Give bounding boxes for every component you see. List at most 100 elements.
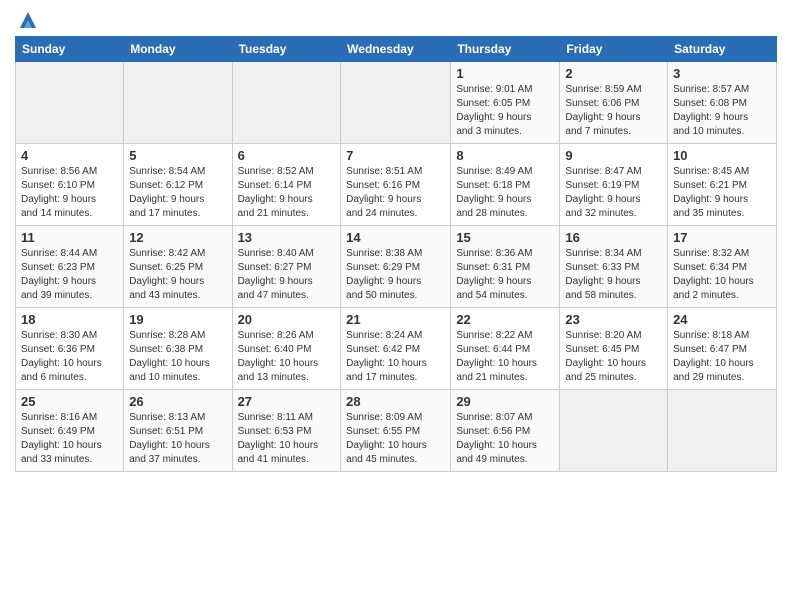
day-number: 13: [238, 230, 336, 245]
week-row-0: 1 Sunrise: 9:01 AM Sunset: 6:05 PM Daylig…: [16, 62, 777, 144]
day-cell: 14Sunrise: 8:38 AM Sunset: 6:29 PM Dayli…: [341, 226, 451, 308]
day-info: Sunrise: 8:28 AM Sunset: 6:38 PM Dayligh…: [129, 329, 226, 385]
day-number: 6: [238, 148, 336, 163]
header: [15, 10, 777, 28]
col-header-thursday: Thursday: [451, 37, 560, 62]
day-info: Sunrise: 8:32 AM Sunset: 6:34 PM Dayligh…: [673, 247, 771, 303]
day-info: Sunrise: 8:36 AM Sunset: 6:31 PM Dayligh…: [456, 247, 554, 303]
day-number: 3: [673, 66, 771, 81]
day-number: 21: [346, 312, 445, 327]
day-number: 16: [565, 230, 662, 245]
day-cell: 8 Sunrise: 8:49 AM Sunset: 6:18 PM Daylig…: [451, 144, 560, 226]
day-info: Sunrise: 8:57 AM Sunset: 6:08 PM Dayligh…: [673, 83, 771, 139]
day-info: Sunrise: 8:54 AM Sunset: 6:12 PM Dayligh…: [129, 165, 226, 221]
day-number: 27: [238, 394, 336, 409]
week-row-1: 4 Sunrise: 8:56 AM Sunset: 6:10 PM Daylig…: [16, 144, 777, 226]
col-header-sunday: Sunday: [16, 37, 124, 62]
day-number: 11: [21, 230, 118, 245]
logo-icon: [18, 10, 38, 32]
day-info: Sunrise: 9:01 AM Sunset: 6:05 PM Dayligh…: [456, 83, 554, 139]
day-number: 15: [456, 230, 554, 245]
week-row-4: 25 Sunrise: 8:16 AM Sunset: 6:49 PM Dayli…: [16, 390, 777, 472]
day-cell: 25 Sunrise: 8:16 AM Sunset: 6:49 PM Dayli…: [16, 390, 124, 472]
day-number: 19: [129, 312, 226, 327]
day-number: 26: [129, 394, 226, 409]
day-number: 5: [129, 148, 226, 163]
day-number: 8: [456, 148, 554, 163]
day-number: 24: [673, 312, 771, 327]
day-info: Sunrise: 8:44 AM Sunset: 6:23 PM Dayligh…: [21, 247, 118, 303]
day-cell: 29Sunrise: 8:07 AM Sunset: 6:56 PM Dayli…: [451, 390, 560, 472]
day-cell: 26 Sunrise: 8:13 AM Sunset: 6:51 PM Dayli…: [124, 390, 232, 472]
day-info: Sunrise: 8:26 AM Sunset: 6:40 PM Dayligh…: [238, 329, 336, 385]
day-cell: 12 Sunrise: 8:42 AM Sunset: 6:25 PM Dayli…: [124, 226, 232, 308]
day-info: Sunrise: 8:30 AM Sunset: 6:36 PM Dayligh…: [21, 329, 118, 385]
day-info: Sunrise: 8:34 AM Sunset: 6:33 PM Dayligh…: [565, 247, 662, 303]
day-info: Sunrise: 8:49 AM Sunset: 6:18 PM Dayligh…: [456, 165, 554, 221]
day-cell: 10 Sunrise: 8:45 AM Sunset: 6:21 PM Dayli…: [668, 144, 777, 226]
day-cell: 27 Sunrise: 8:11 AM Sunset: 6:53 PM Dayli…: [232, 390, 341, 472]
day-cell: 1 Sunrise: 9:01 AM Sunset: 6:05 PM Daylig…: [451, 62, 560, 144]
day-number: 12: [129, 230, 226, 245]
day-number: 7: [346, 148, 445, 163]
day-number: 9: [565, 148, 662, 163]
day-cell: 18Sunrise: 8:30 AM Sunset: 6:36 PM Dayli…: [16, 308, 124, 390]
day-cell: 6 Sunrise: 8:52 AM Sunset: 6:14 PM Daylig…: [232, 144, 341, 226]
day-info: Sunrise: 8:11 AM Sunset: 6:53 PM Dayligh…: [238, 411, 336, 467]
day-cell: 3 Sunrise: 8:57 AM Sunset: 6:08 PM Daylig…: [668, 62, 777, 144]
day-cell: [16, 62, 124, 144]
day-info: Sunrise: 8:51 AM Sunset: 6:16 PM Dayligh…: [346, 165, 445, 221]
col-header-saturday: Saturday: [668, 37, 777, 62]
day-cell: 5 Sunrise: 8:54 AM Sunset: 6:12 PM Daylig…: [124, 144, 232, 226]
day-cell: 19 Sunrise: 8:28 AM Sunset: 6:38 PM Dayli…: [124, 308, 232, 390]
day-cell: 24 Sunrise: 8:18 AM Sunset: 6:47 PM Dayli…: [668, 308, 777, 390]
page: SundayMondayTuesdayWednesdayThursdayFrid…: [0, 0, 792, 487]
day-info: Sunrise: 8:07 AM Sunset: 6:56 PM Dayligh…: [456, 411, 554, 467]
day-number: 1: [456, 66, 554, 81]
day-info: Sunrise: 8:20 AM Sunset: 6:45 PM Dayligh…: [565, 329, 662, 385]
day-cell: [232, 62, 341, 144]
col-header-wednesday: Wednesday: [341, 37, 451, 62]
calendar-table: SundayMondayTuesdayWednesdayThursdayFrid…: [15, 36, 777, 472]
day-cell: 16 Sunrise: 8:34 AM Sunset: 6:33 PM Dayli…: [560, 226, 668, 308]
day-info: Sunrise: 8:16 AM Sunset: 6:49 PM Dayligh…: [21, 411, 118, 467]
day-number: 10: [673, 148, 771, 163]
day-cell: 4 Sunrise: 8:56 AM Sunset: 6:10 PM Daylig…: [16, 144, 124, 226]
day-number: 28: [346, 394, 445, 409]
day-cell: 11 Sunrise: 8:44 AM Sunset: 6:23 PM Dayli…: [16, 226, 124, 308]
day-cell: 17 Sunrise: 8:32 AM Sunset: 6:34 PM Dayli…: [668, 226, 777, 308]
day-info: Sunrise: 8:52 AM Sunset: 6:14 PM Dayligh…: [238, 165, 336, 221]
day-cell: 20 Sunrise: 8:26 AM Sunset: 6:40 PM Dayli…: [232, 308, 341, 390]
day-info: Sunrise: 8:13 AM Sunset: 6:51 PM Dayligh…: [129, 411, 226, 467]
day-number: 17: [673, 230, 771, 245]
day-info: Sunrise: 8:42 AM Sunset: 6:25 PM Dayligh…: [129, 247, 226, 303]
day-info: Sunrise: 8:22 AM Sunset: 6:44 PM Dayligh…: [456, 329, 554, 385]
day-cell: 28 Sunrise: 8:09 AM Sunset: 6:55 PM Dayli…: [341, 390, 451, 472]
day-cell: 7 Sunrise: 8:51 AM Sunset: 6:16 PM Daylig…: [341, 144, 451, 226]
day-cell: [341, 62, 451, 144]
week-row-2: 11 Sunrise: 8:44 AM Sunset: 6:23 PM Dayli…: [16, 226, 777, 308]
day-number: 22: [456, 312, 554, 327]
day-number: 25: [21, 394, 118, 409]
day-number: 20: [238, 312, 336, 327]
day-number: 4: [21, 148, 118, 163]
day-cell: 22 Sunrise: 8:22 AM Sunset: 6:44 PM Dayli…: [451, 308, 560, 390]
day-cell: [560, 390, 668, 472]
day-number: 23: [565, 312, 662, 327]
day-info: Sunrise: 8:59 AM Sunset: 6:06 PM Dayligh…: [565, 83, 662, 139]
day-info: Sunrise: 8:45 AM Sunset: 6:21 PM Dayligh…: [673, 165, 771, 221]
day-cell: 13 Sunrise: 8:40 AM Sunset: 6:27 PM Dayli…: [232, 226, 341, 308]
day-number: 2: [565, 66, 662, 81]
day-cell: 23 Sunrise: 8:20 AM Sunset: 6:45 PM Dayli…: [560, 308, 668, 390]
day-cell: [124, 62, 232, 144]
day-info: Sunrise: 8:18 AM Sunset: 6:47 PM Dayligh…: [673, 329, 771, 385]
day-info: Sunrise: 8:38 AM Sunset: 6:29 PM Dayligh…: [346, 247, 445, 303]
calendar-header-row: SundayMondayTuesdayWednesdayThursdayFrid…: [16, 37, 777, 62]
day-info: Sunrise: 8:56 AM Sunset: 6:10 PM Dayligh…: [21, 165, 118, 221]
week-row-3: 18Sunrise: 8:30 AM Sunset: 6:36 PM Dayli…: [16, 308, 777, 390]
day-info: Sunrise: 8:09 AM Sunset: 6:55 PM Dayligh…: [346, 411, 445, 467]
day-info: Sunrise: 8:40 AM Sunset: 6:27 PM Dayligh…: [238, 247, 336, 303]
logo: [15, 10, 38, 28]
day-info: Sunrise: 8:47 AM Sunset: 6:19 PM Dayligh…: [565, 165, 662, 221]
day-info: Sunrise: 8:24 AM Sunset: 6:42 PM Dayligh…: [346, 329, 445, 385]
